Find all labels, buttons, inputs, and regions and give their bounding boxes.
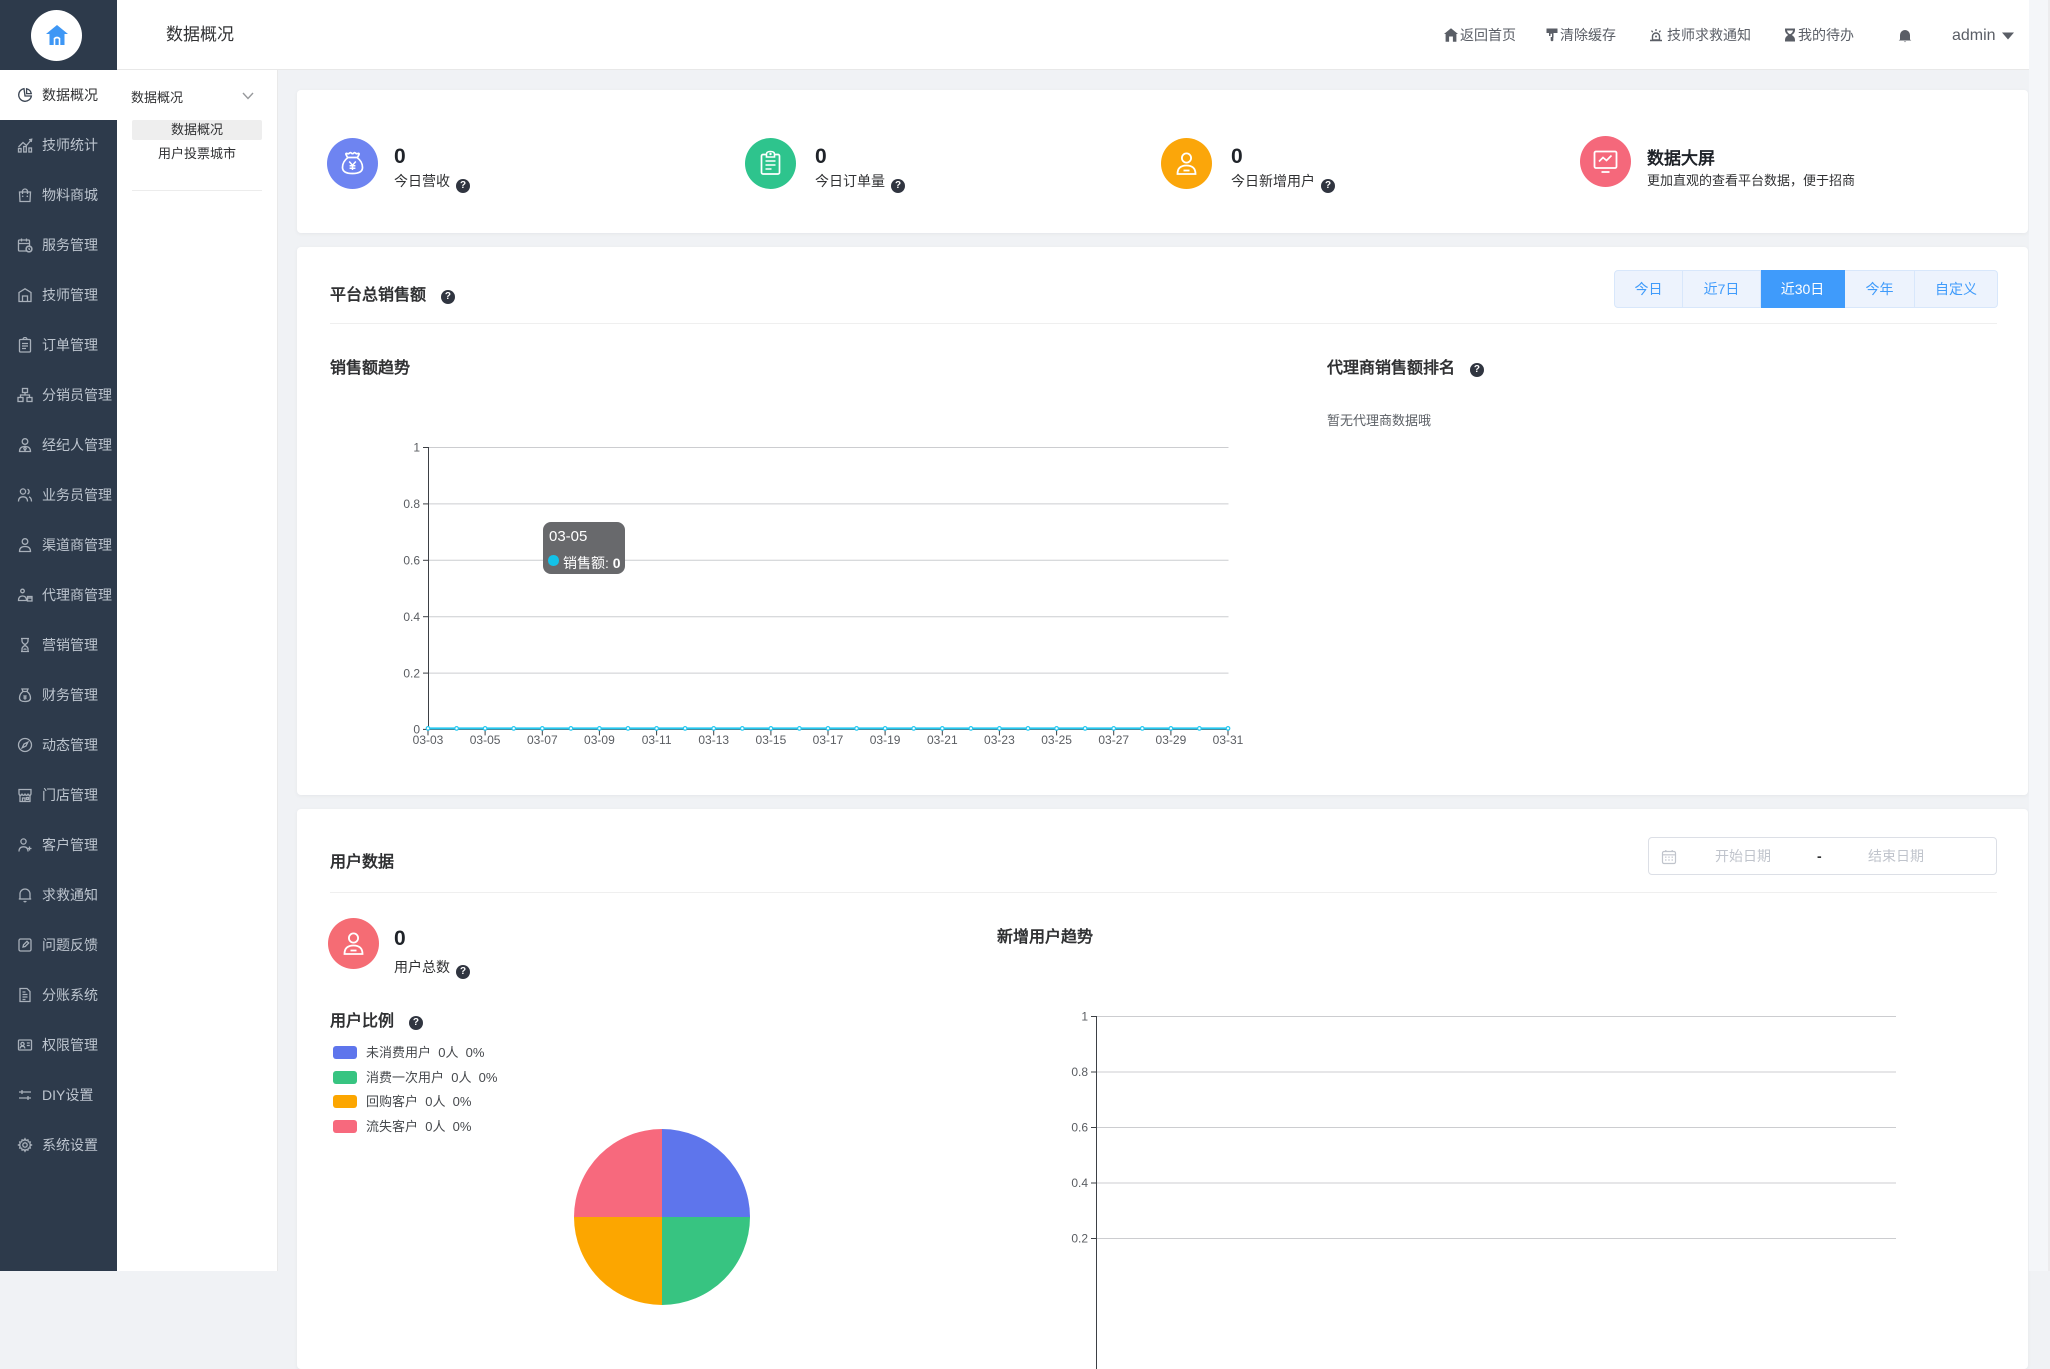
svg-text:03-07: 03-07 (527, 733, 558, 747)
svg-text:03-21: 03-21 (927, 733, 958, 747)
svg-text:0.6: 0.6 (1071, 1121, 1088, 1135)
svg-text:1: 1 (413, 441, 420, 455)
svg-text:03-31: 03-31 (1213, 733, 1244, 747)
svg-text:03-15: 03-15 (756, 733, 787, 747)
svg-text:03-13: 03-13 (698, 733, 729, 747)
svg-text:03-19: 03-19 (870, 733, 901, 747)
svg-text:03-29: 03-29 (1156, 733, 1187, 747)
svg-text:0.4: 0.4 (403, 610, 420, 624)
svg-text:0.2: 0.2 (1071, 1232, 1088, 1246)
svg-text:03-27: 03-27 (1098, 733, 1129, 747)
svg-text:03-11: 03-11 (642, 733, 672, 747)
svg-text:0.8: 0.8 (1071, 1065, 1088, 1079)
svg-text:03-23: 03-23 (984, 733, 1015, 747)
svg-text:0.8: 0.8 (403, 497, 420, 511)
svg-text:0.2: 0.2 (403, 666, 420, 680)
svg-text:03-09: 03-09 (584, 733, 615, 747)
svg-text:03-17: 03-17 (813, 733, 844, 747)
svg-text:1: 1 (1081, 1010, 1088, 1024)
svg-text:03-03: 03-03 (413, 733, 444, 747)
svg-text:03-05: 03-05 (470, 733, 501, 747)
svg-text:0.4: 0.4 (1071, 1176, 1088, 1190)
svg-text:0.6: 0.6 (403, 554, 420, 568)
svg-text:03-25: 03-25 (1041, 733, 1072, 747)
